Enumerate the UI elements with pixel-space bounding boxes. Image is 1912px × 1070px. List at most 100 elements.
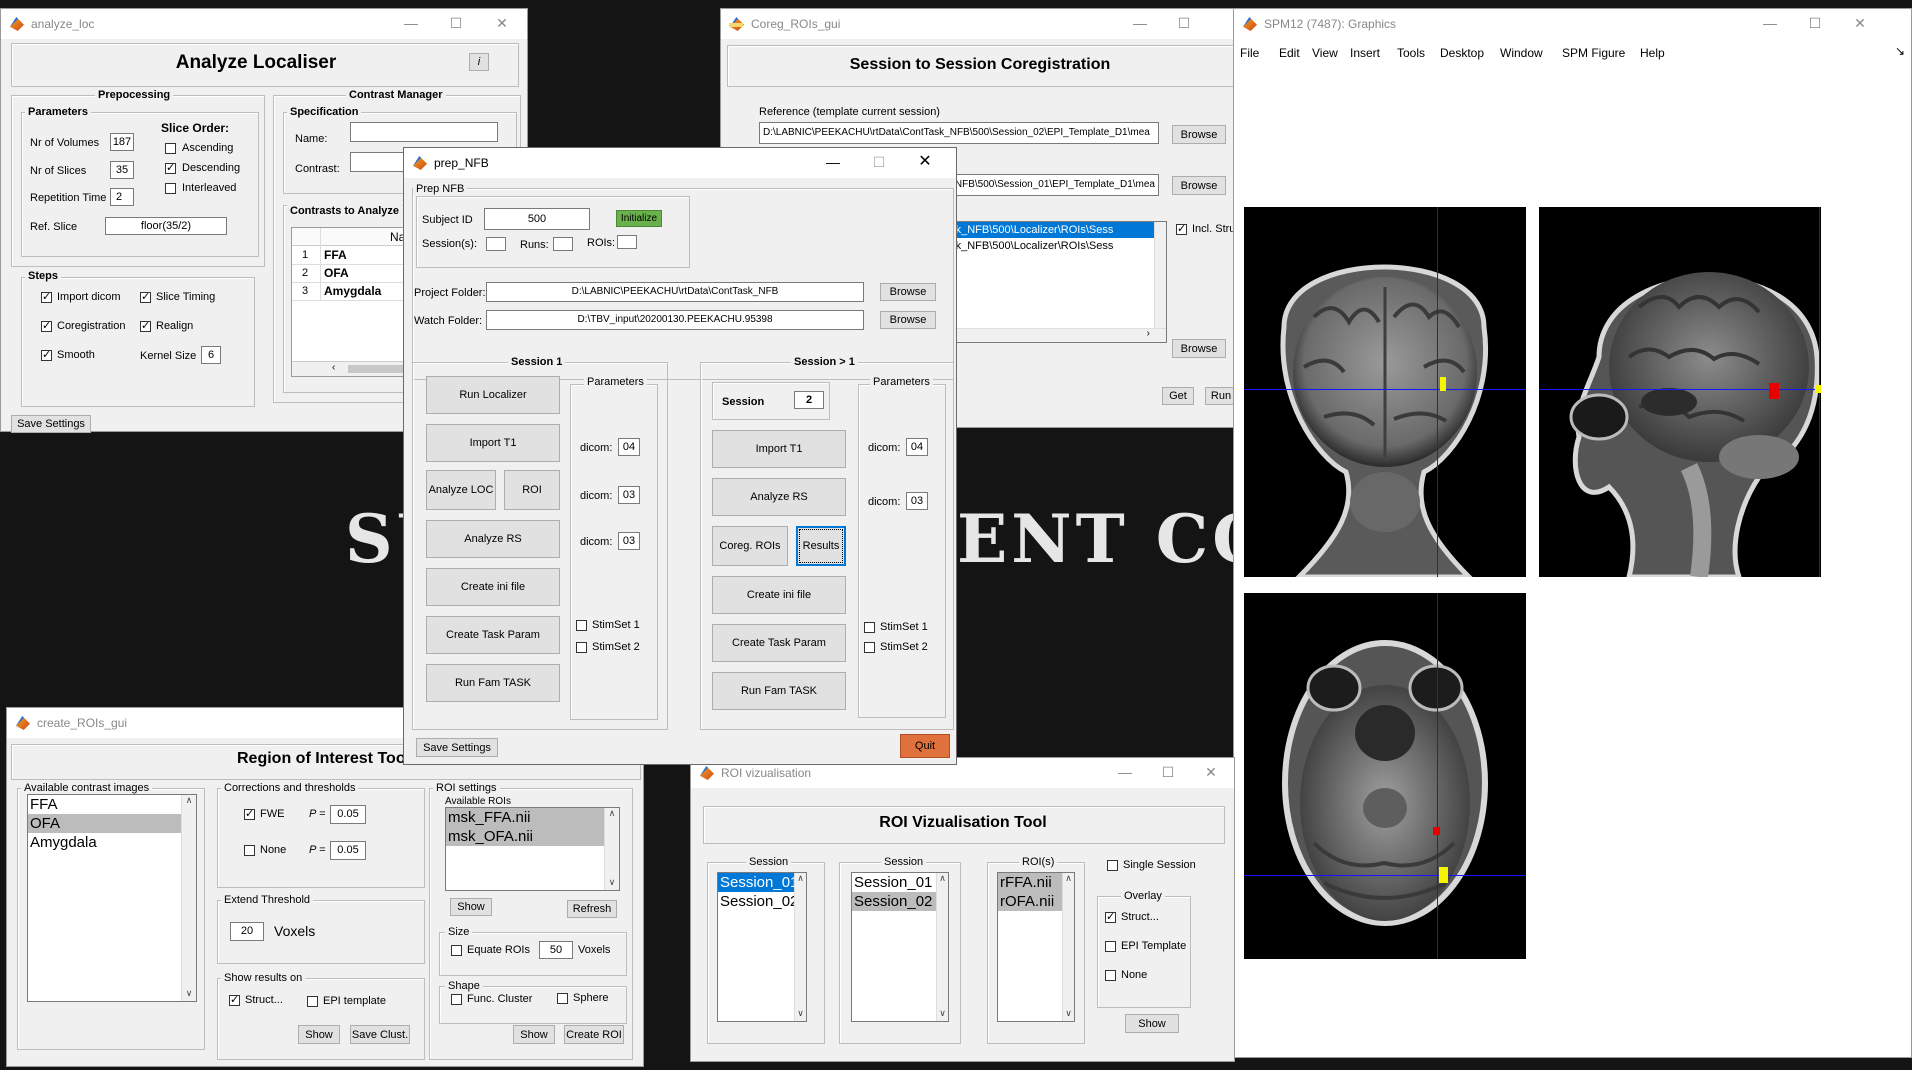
session-b-listbox[interactable]: Session_01 Session_02 ∧ ∨ xyxy=(851,872,949,1022)
sphere-checkbox[interactable] xyxy=(557,993,568,1004)
list-item[interactable]: FFA xyxy=(28,795,196,814)
stimset-1-checkbox[interactable] xyxy=(864,622,875,633)
axial-slice-view[interactable] xyxy=(1244,593,1526,959)
smooth-checkbox[interactable] xyxy=(41,348,52,361)
slice-timing-checkbox[interactable] xyxy=(140,290,151,303)
vertical-scrollbar[interactable]: ∧ ∨ xyxy=(1062,873,1074,1021)
title-bar[interactable]: analyze_loc — ☐ ✕ xyxy=(1,9,527,39)
refresh-button[interactable]: Refresh xyxy=(567,900,617,918)
close-icon[interactable]: ✕ xyxy=(1849,15,1871,31)
menu-view[interactable]: View xyxy=(1312,46,1338,60)
browse-project-button[interactable]: Browse xyxy=(880,283,936,301)
repetition-time-field[interactable]: 2 xyxy=(110,188,134,206)
close-icon[interactable]: ✕ xyxy=(914,154,936,170)
scroll-right-icon[interactable]: › xyxy=(1147,328,1150,339)
menu-window[interactable]: Window xyxy=(1500,46,1543,60)
incl-struct-checkbox[interactable] xyxy=(1176,222,1187,235)
quit-button[interactable]: Quit xyxy=(900,734,950,758)
equate-rois-checkbox[interactable] xyxy=(451,945,462,956)
list-item[interactable]: OFA xyxy=(28,814,196,833)
scroll-left-icon[interactable]: ‹ xyxy=(332,362,335,373)
subject-id-field[interactable]: 500 xyxy=(484,208,590,230)
browse-watch-button[interactable]: Browse xyxy=(880,311,936,329)
sagittal-slice-view[interactable] xyxy=(1539,207,1821,577)
list-item[interactable]: Session_02 xyxy=(852,892,948,911)
stimset-1-checkbox[interactable] xyxy=(576,620,587,631)
rois-field[interactable] xyxy=(617,235,637,249)
browse-button[interactable]: Browse xyxy=(1172,125,1226,144)
stimset-2-checkbox[interactable] xyxy=(576,642,587,653)
menu-desktop[interactable]: Desktop xyxy=(1440,46,1484,60)
contrasts-listbox[interactable]: FFA OFA Amygdala ∧ ∨ xyxy=(27,794,197,1002)
run-fam-task-button[interactable]: Run Fam TASK xyxy=(426,664,560,702)
create-roi-button[interactable]: Create ROI xyxy=(564,1025,624,1044)
minimize-icon[interactable]: — xyxy=(1114,764,1136,780)
browse-button[interactable]: Browse xyxy=(1172,339,1226,358)
session-number-field[interactable]: 2 xyxy=(794,391,824,409)
menu-tools[interactable]: Tools xyxy=(1397,46,1425,60)
coronal-slice-view[interactable] xyxy=(1244,207,1526,577)
dock-arrow-icon[interactable]: ↘ xyxy=(1895,44,1905,58)
results-button[interactable]: Results xyxy=(796,526,846,566)
dicom-t1-field[interactable]: 04 xyxy=(906,438,928,456)
title-bar[interactable]: prep_NFB — ☐ ✕ xyxy=(404,148,956,178)
list-item[interactable]: Session_01 xyxy=(718,873,806,892)
runs-field[interactable] xyxy=(553,237,573,251)
dicom-t1-field[interactable]: 04 xyxy=(618,438,640,456)
menu-help[interactable]: Help xyxy=(1640,46,1665,60)
struct-checkbox[interactable] xyxy=(229,993,240,1006)
run-localizer-button[interactable]: Run Localizer xyxy=(426,376,560,414)
minimize-icon[interactable]: — xyxy=(1759,15,1781,31)
vertical-scrollbar[interactable]: ∧ ∨ xyxy=(604,808,619,890)
contrast-name-input[interactable] xyxy=(350,122,498,142)
overlay-none-checkbox[interactable] xyxy=(1105,970,1116,981)
realign-checkbox[interactable] xyxy=(140,319,151,332)
nr-slices-field[interactable]: 35 xyxy=(110,161,134,179)
title-bar[interactable]: SPM12 (7487): Graphics — ☐ ✕ xyxy=(1234,9,1911,39)
project-folder-field[interactable]: D:\LABNIC\PEEKACHU\rtData\ContTask_NFB xyxy=(486,282,864,302)
minimize-icon[interactable]: — xyxy=(822,154,844,170)
ascending-checkbox[interactable] xyxy=(165,143,176,154)
minimize-icon[interactable]: — xyxy=(400,15,422,31)
show-button[interactable]: Show xyxy=(1125,1014,1179,1033)
menu-spm-figure[interactable]: SPM Figure xyxy=(1562,46,1625,60)
available-rois-listbox[interactable]: msk_FFA.nii msk_OFA.nii ∧ ∨ xyxy=(445,807,620,891)
fwe-checkbox[interactable] xyxy=(244,807,255,820)
stimset-2-checkbox[interactable] xyxy=(864,642,875,653)
import-t1-button[interactable]: Import T1 xyxy=(712,430,846,468)
list-item[interactable]: Amygdala xyxy=(28,833,196,852)
interleaved-checkbox[interactable] xyxy=(165,183,176,194)
watch-folder-field[interactable]: D:\TBV_input\20200130.PEEKACHU.95398 xyxy=(486,310,864,330)
info-button[interactable]: i xyxy=(469,53,489,71)
maximize-icon[interactable]: ☐ xyxy=(868,154,890,170)
maximize-icon[interactable]: ☐ xyxy=(1804,15,1826,31)
rois-listbox[interactable]: rFFA.nii rOFA.nii ∧ ∨ xyxy=(997,872,1075,1022)
maximize-icon[interactable]: ☐ xyxy=(1157,764,1179,780)
show-button[interactable]: Show xyxy=(298,1025,340,1044)
run-fam-task-button[interactable]: Run Fam TASK xyxy=(712,672,846,710)
list-item[interactable]: msk_OFA.nii xyxy=(446,827,619,846)
title-bar[interactable]: Coreg_ROIs_gui — ☐ xyxy=(721,9,1233,39)
roi-button[interactable]: ROI xyxy=(504,470,560,510)
dicom-loc-field[interactable]: 03 xyxy=(618,486,640,504)
create-ini-file-button[interactable]: Create ini file xyxy=(426,568,560,606)
coregistration-checkbox[interactable] xyxy=(41,319,52,332)
create-task-param-button[interactable]: Create Task Param xyxy=(426,616,560,654)
close-icon[interactable]: ✕ xyxy=(1200,764,1222,780)
initialize-button[interactable]: Initialize xyxy=(616,210,662,227)
menu-insert[interactable]: Insert xyxy=(1350,46,1380,60)
analyze-rs-button[interactable]: Analyze RS xyxy=(426,520,560,558)
import-dicom-checkbox[interactable] xyxy=(41,290,52,303)
descending-checkbox[interactable] xyxy=(165,161,176,174)
func-cluster-checkbox[interactable] xyxy=(451,994,462,1005)
reference-path-field[interactable]: D:\LABNIC\PEEKACHU\rtData\ContTask_NFB\5… xyxy=(759,122,1159,144)
overlay-epi-template-checkbox[interactable] xyxy=(1105,941,1116,952)
browse-button[interactable]: Browse xyxy=(1172,176,1226,195)
sessions-field[interactable] xyxy=(486,237,506,251)
none-checkbox[interactable] xyxy=(244,845,255,856)
save-settings-button[interactable]: Save Settings xyxy=(416,738,498,757)
save-clust-button[interactable]: Save Clust. xyxy=(350,1025,410,1044)
epi-template-checkbox[interactable] xyxy=(307,996,318,1007)
list-item[interactable]: Session_02 xyxy=(718,892,806,911)
roi-size-field[interactable]: 50 xyxy=(539,941,573,959)
